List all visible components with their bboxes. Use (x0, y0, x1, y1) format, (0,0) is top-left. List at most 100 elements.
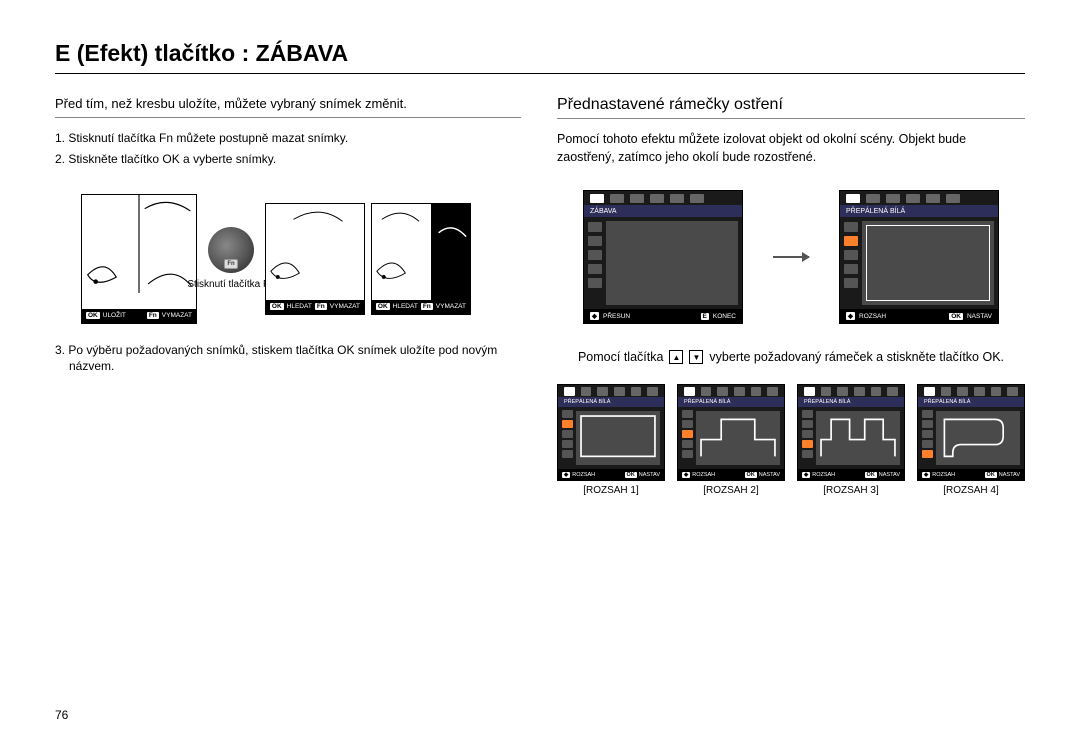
subsection-title: Přednastavené rámečky ostření (557, 96, 1025, 119)
hint-line: Pomocí tlačítka ▲ ▼ vyberte požadovaný r… (557, 350, 1025, 364)
thumb-mode: PŘEPÁLENÁ BÍLÁ (558, 397, 664, 407)
lcd-screen-2: PŘEPÁLENÁ BÍLÁ ◆ ROZSAH (839, 190, 999, 324)
lcd-transition-row: ZÁBAVA ◆ PŘESUN E KONEC (557, 190, 1025, 324)
ok-key: OK (376, 303, 390, 310)
side-icon (844, 250, 858, 260)
side-icon (588, 236, 602, 246)
tab-icon (690, 194, 704, 203)
panel-after-bar: OK HLEDAT Fn VYMAZAT (372, 300, 470, 314)
footer-label: ROZSAH (859, 313, 886, 320)
tab-icon (866, 194, 880, 203)
left-column: Před tím, než kresbu uložíte, můžete vyb… (55, 96, 521, 496)
side-icon (844, 278, 858, 288)
side-icon (844, 264, 858, 274)
footer-key: ◆ (846, 312, 855, 320)
right-column: Přednastavené rámečky ostření Pomocí toh… (557, 96, 1025, 496)
fn-key: Fn (147, 312, 159, 319)
hint-post: vyberte požadovaný rámeček a stiskněte t… (709, 350, 1004, 364)
camera-dial-icon: Fn (208, 227, 254, 273)
tab-icon (610, 194, 624, 203)
lcd2-footer: ◆ ROZSAH OK NASTAV (840, 309, 998, 323)
lcd1-footer: ◆ PŘESUN E KONEC (584, 309, 742, 323)
scribble-mid (266, 204, 364, 300)
fn-key-icon: Fn (224, 259, 238, 269)
thumb-label: [ROZSAH 3] (823, 485, 879, 496)
ok-label: HLEDAT (287, 303, 312, 310)
fn-label: VYMAZAT (162, 312, 192, 319)
footer-label: NASTAV (967, 313, 992, 320)
thumb-preview (576, 411, 660, 465)
side-icon (588, 250, 602, 260)
tab-icon (650, 194, 664, 203)
fn-key: Fn (421, 303, 433, 310)
scribble-after (372, 204, 470, 300)
thumb-1: PŘEPÁLENÁ BÍLÁ ◆ROZSAHOKNASTAV [ROZSAH 1… (557, 384, 665, 496)
lcd2-mode: PŘEPÁLENÁ BÍLÁ (840, 205, 998, 217)
fn-label: VYMAZAT (330, 303, 360, 310)
panel-before: OK ULOŽIT Fn VYMAZAT (81, 194, 197, 324)
footer-key: E (701, 313, 709, 320)
page-title: E (Efekt) tlačítko : ZÁBAVA (55, 40, 1025, 74)
side-icon (588, 222, 602, 232)
footer-key: ◆ (590, 312, 599, 320)
tab-icon (630, 194, 644, 203)
step-1: 1. Stisknutí tlačítka Fn můžete postupně… (55, 130, 521, 147)
footer-label: KONEC (713, 313, 736, 320)
thumb-lcd: PŘEPÁLENÁ BÍLÁ ◆ROZSAHOKNASTAV (677, 384, 785, 481)
step-3: 3. Po výběru požadovaných snímků, stiske… (55, 342, 521, 376)
tab-icon (946, 194, 960, 203)
tab-icon (846, 194, 860, 203)
tab-icon (590, 194, 604, 203)
thumb-lcd: PŘEPÁLENÁ BÍLÁ ◆ROZSAHOKNASTAV (917, 384, 1025, 481)
thumb-lcd: PŘEPÁLENÁ BÍLÁ ◆ROZSAHOKNASTAV (797, 384, 905, 481)
lcd1-preview (606, 221, 738, 305)
thumb-label: [ROZSAH 2] (703, 485, 759, 496)
lcd2-preview (862, 221, 994, 305)
page-number: 76 (55, 708, 68, 722)
side-icon (588, 264, 602, 274)
ok-key: OK (270, 303, 284, 310)
fn-key: Fn (315, 303, 327, 310)
arrow-right-icon (773, 256, 809, 258)
thumb-2: PŘEPÁLENÁ BÍLÁ ◆ROZSAHOKNASTAV [ROZSAH 2… (677, 384, 785, 496)
lcd1-mode: ZÁBAVA (584, 205, 742, 217)
down-key-icon: ▼ (689, 350, 703, 364)
left-intro: Před tím, než kresbu uložíte, můžete vyb… (55, 96, 521, 118)
fn-label: VYMAZAT (436, 303, 466, 310)
tab-icon (906, 194, 920, 203)
thumb-4: PŘEPÁLENÁ BÍLÁ ◆ROZSAHOKNASTAV [ROZSAH 4… (917, 384, 1025, 496)
panel-after: OK HLEDAT Fn VYMAZAT (371, 203, 471, 315)
panel-mid-bar: OK HLEDAT Fn VYMAZAT (266, 300, 364, 314)
ok-label: HLEDAT (393, 303, 418, 310)
lcd-screen-1: ZÁBAVA ◆ PŘESUN E KONEC (583, 190, 743, 324)
figure-row: OK ULOŽIT Fn VYMAZAT Fn Stisknutí tlačít… (81, 194, 521, 324)
panel-before-bar: OK ULOŽIT Fn VYMAZAT (82, 309, 196, 323)
footer-key: OK (949, 313, 963, 320)
tab-icon (886, 194, 900, 203)
panel-mid: OK HLEDAT Fn VYMAZAT (265, 203, 365, 315)
ok-key: OK (86, 312, 100, 319)
scribble-before (82, 195, 196, 309)
focus-frame (866, 225, 990, 301)
thumb-3: PŘEPÁLENÁ BÍLÁ ◆ROZSAHOKNASTAV [ROZSAH 3… (797, 384, 905, 496)
hint-pre: Pomocí tlačítka (578, 350, 663, 364)
fn-press-illustration: Fn Stisknutí tlačítka Fn (203, 227, 259, 290)
ok-label: ULOŽIT (103, 312, 126, 319)
frame-thumbnails: PŘEPÁLENÁ BÍLÁ ◆ROZSAHOKNASTAV [ROZSAH 1… (557, 384, 1025, 496)
lcd2-tabs (840, 191, 998, 205)
up-key-icon: ▲ (669, 350, 683, 364)
step-2: 2. Stiskněte tlačítko OK a vyberte snímk… (55, 151, 521, 168)
lcd1-side (584, 217, 606, 309)
tab-icon (926, 194, 940, 203)
side-icon-selected (844, 236, 858, 246)
subsection-desc: Pomocí tohoto efektu můžete izolovat obj… (557, 131, 1025, 166)
side-icon (588, 278, 602, 288)
fn-caption: Stisknutí tlačítka Fn (187, 279, 274, 290)
footer-label: PŘESUN (603, 313, 630, 320)
content-columns: Před tím, než kresbu uložíte, můžete vyb… (55, 96, 1025, 496)
tab-icon (670, 194, 684, 203)
thumb-label: [ROZSAH 4] (943, 485, 999, 496)
lcd2-side (840, 217, 862, 309)
thumb-lcd: PŘEPÁLENÁ BÍLÁ ◆ROZSAHOKNASTAV (557, 384, 665, 481)
thumb-label: [ROZSAH 1] (583, 485, 639, 496)
